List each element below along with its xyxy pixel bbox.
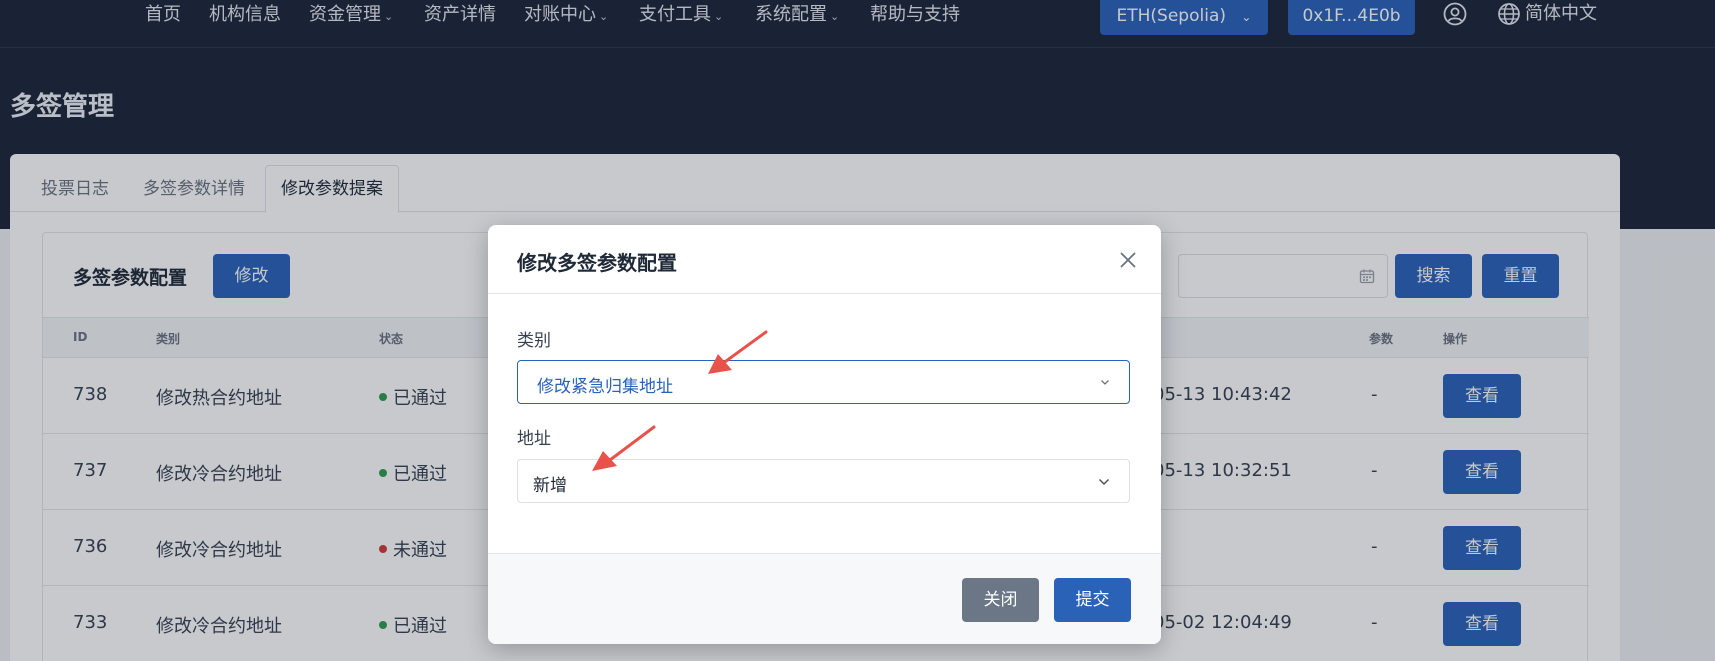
address-select-value: 新增 xyxy=(533,476,567,496)
address-field-label: 地址 xyxy=(517,429,551,449)
close-icon[interactable] xyxy=(1116,248,1140,272)
annotation-arrow-icon xyxy=(592,425,656,471)
annotation-arrow-icon xyxy=(708,330,768,374)
chevron-down-icon xyxy=(1101,380,1109,385)
dialog-title: 修改多签参数配置 xyxy=(517,251,677,275)
chevron-down-icon xyxy=(1098,478,1110,486)
submit-button[interactable]: 提交 xyxy=(1054,578,1131,622)
category-select[interactable]: 修改紧急归集地址 xyxy=(517,360,1130,404)
category-field-label: 类别 xyxy=(517,331,551,351)
category-select-value: 修改紧急归集地址 xyxy=(537,377,673,397)
dialog-header: 修改多签参数配置 xyxy=(488,225,1161,294)
close-button[interactable]: 关闭 xyxy=(962,578,1039,622)
dialog-footer: 关闭 提交 xyxy=(488,553,1161,644)
